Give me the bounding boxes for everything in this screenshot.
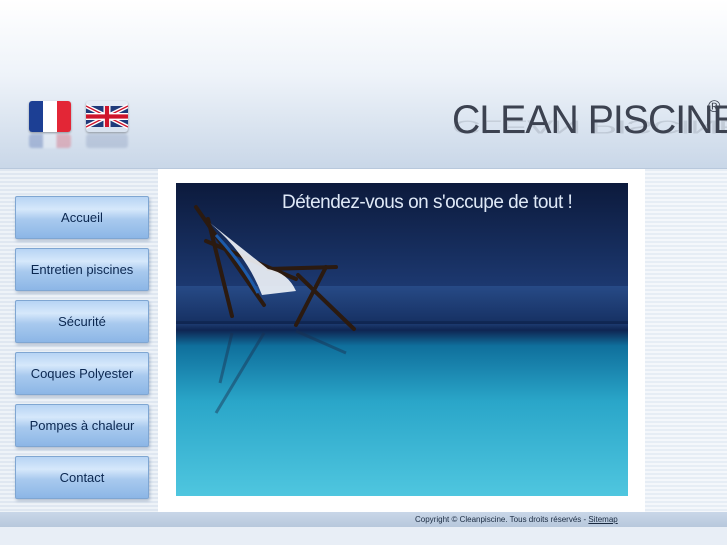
flag-reflection bbox=[86, 134, 128, 148]
nav-button-contact[interactable]: Contact bbox=[15, 456, 149, 499]
nav-button-accueil[interactable]: Accueil bbox=[15, 196, 149, 239]
flag-reflection bbox=[29, 134, 71, 148]
nav-button-entretien-piscines[interactable]: Entretien piscines bbox=[15, 248, 149, 291]
hero-tagline: Détendez-vous on s'occupe de tout ! bbox=[282, 192, 573, 213]
hero-image bbox=[176, 183, 628, 496]
copyright-text: Copyright © Cleanpiscine. Tous droits ré… bbox=[415, 515, 618, 524]
fr-flag-icon[interactable] bbox=[29, 101, 71, 132]
nav-button-pompes-a-chaleur[interactable]: Pompes à chaleur bbox=[15, 404, 149, 447]
nav-button-securite[interactable]: Sécurité bbox=[15, 300, 149, 343]
registered-mark: ® bbox=[708, 97, 721, 116]
nav-button-coques-polyester[interactable]: Coques Polyester bbox=[15, 352, 149, 395]
logo-reflection: CLEAN PISCINE bbox=[452, 116, 727, 136]
deck-chair-illustration bbox=[176, 205, 628, 414]
uk-flag-icon[interactable] bbox=[86, 101, 128, 132]
sitemap-link[interactable]: Sitemap bbox=[588, 515, 617, 524]
copyright-label: Copyright © Cleanpiscine. Tous droits ré… bbox=[415, 515, 589, 524]
bottom-strip bbox=[0, 527, 727, 545]
